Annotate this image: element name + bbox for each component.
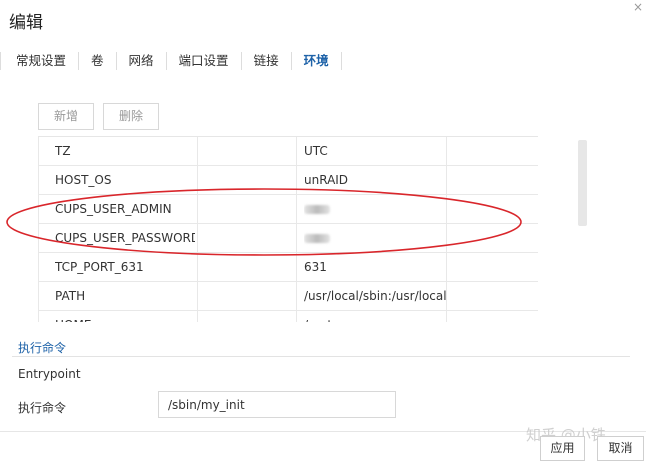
tab-general[interactable]: 常规设置 (0, 52, 80, 70)
env-name-cell[interactable]: HOST_OS (55, 166, 195, 194)
table-row[interactable]: PATH/usr/local/sbin:/usr/local (38, 282, 538, 311)
env-value-cell[interactable]: UTC (304, 137, 452, 165)
column-divider (446, 137, 447, 322)
column-divider (197, 137, 198, 322)
apply-button[interactable]: 应用 (540, 436, 585, 461)
column-divider (296, 137, 297, 322)
env-name-cell[interactable]: TCP_PORT_631 (55, 253, 195, 281)
command-input[interactable] (158, 391, 396, 418)
env-value-cell[interactable] (304, 224, 452, 253)
section-divider (12, 356, 630, 357)
close-icon[interactable]: × (633, 0, 643, 14)
column-divider (38, 137, 39, 322)
tab-bar: 常规设置 卷 网络 端口设置 链接 环境 (0, 52, 342, 70)
env-table: TZ UTC HOST_OS unRAID CUPS_USER_ADMIN CUPS_US… (38, 136, 538, 322)
env-value-cell[interactable]: /root (304, 311, 452, 322)
env-name-cell[interactable]: TZ (55, 137, 195, 165)
table-row[interactable]: CUPS_USER_ADMIN (38, 195, 538, 224)
footer-divider (0, 431, 646, 432)
tab-environment[interactable]: 环境 (292, 52, 342, 70)
env-name-cell[interactable]: PATH (55, 282, 195, 310)
table-scrollbar[interactable] (578, 140, 587, 226)
table-row[interactable]: TCP_PORT_631 631 (38, 253, 538, 282)
env-name-cell[interactable]: CUPS_USER_PASSWORD (55, 224, 195, 252)
env-name-cell[interactable]: HOME (55, 311, 195, 322)
dialog-title: 编辑 (9, 13, 43, 33)
command-label: 执行命令 (18, 401, 67, 415)
redacted-value (304, 234, 330, 243)
entrypoint-label: Entrypoint (18, 367, 81, 381)
env-value-cell[interactable]: 631 (304, 253, 452, 281)
table-row[interactable]: HOME/root (38, 311, 538, 322)
env-value-cell[interactable]: unRAID (304, 166, 452, 194)
env-name-cell[interactable]: CUPS_USER_ADMIN (55, 195, 195, 223)
tab-network[interactable]: 网络 (117, 52, 167, 70)
add-button[interactable]: 新增 (38, 103, 94, 130)
env-value-cell[interactable] (304, 195, 452, 224)
env-value-cell[interactable]: /usr/local/sbin:/usr/local (304, 282, 452, 310)
redacted-value (304, 205, 330, 214)
exec-section-title: 执行命令 (18, 341, 67, 355)
tab-links[interactable]: 链接 (242, 52, 292, 70)
tab-volumes[interactable]: 卷 (79, 52, 117, 70)
cancel-button[interactable]: 取消 (597, 436, 644, 461)
table-row[interactable]: TZ UTC (38, 137, 538, 166)
delete-button[interactable]: 删除 (103, 103, 159, 130)
tab-port-settings[interactable]: 端口设置 (167, 52, 242, 70)
table-row[interactable]: CUPS_USER_PASSWORD (38, 224, 538, 253)
table-row[interactable]: HOST_OS unRAID (38, 166, 538, 195)
